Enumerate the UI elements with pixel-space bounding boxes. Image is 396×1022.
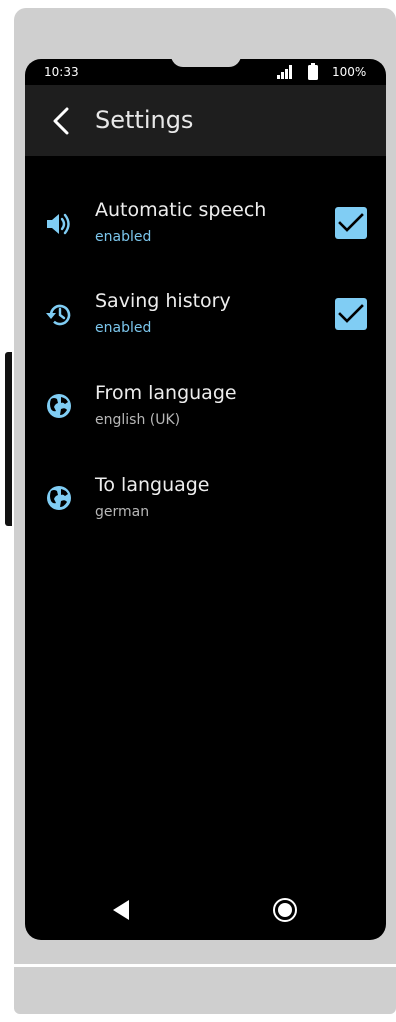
battery-icon — [308, 63, 318, 83]
setting-subtitle: english (UK) — [95, 412, 181, 428]
setting-saving-history[interactable]: Saving history enabled — [25, 290, 386, 360]
setting-from-language[interactable]: From language english (UK) — [25, 382, 386, 452]
nav-home-button[interactable] — [272, 897, 298, 927]
history-icon — [45, 301, 73, 329]
device-side-button — [5, 352, 12, 526]
setting-automatic-speech[interactable]: Automatic speech enabled — [25, 199, 386, 269]
device-divider — [14, 964, 396, 967]
checkmark-icon — [338, 304, 364, 323]
setting-title: To language — [95, 474, 210, 496]
app-bar: Settings — [25, 85, 386, 156]
globe-icon — [45, 392, 73, 420]
back-button[interactable] — [45, 105, 77, 137]
triangle-back-icon — [113, 900, 129, 920]
home-circle-icon — [273, 898, 297, 922]
nav-back-button[interactable] — [111, 899, 131, 925]
setting-to-language[interactable]: To language german — [25, 474, 386, 544]
navigation-bar — [25, 885, 386, 940]
checkmark-icon — [338, 213, 364, 232]
status-bar: 10:33 100% — [25, 59, 386, 85]
battery-percentage: 100% — [332, 65, 367, 79]
automatic-speech-checkbox[interactable] — [335, 207, 367, 239]
speaker-icon — [45, 210, 73, 238]
page-title: Settings — [95, 106, 194, 134]
setting-subtitle: german — [95, 504, 150, 520]
phone-screen: 10:33 100% Settings Automatic speech ena… — [25, 59, 386, 940]
setting-title: From language — [95, 382, 237, 404]
signal-icon — [277, 65, 293, 82]
setting-subtitle: enabled — [95, 320, 152, 336]
globe-icon — [45, 484, 73, 512]
setting-title: Saving history — [95, 290, 231, 312]
chevron-left-icon — [53, 107, 69, 135]
saving-history-checkbox[interactable] — [335, 298, 367, 330]
setting-subtitle: enabled — [95, 229, 152, 245]
status-time: 10:33 — [44, 65, 79, 79]
setting-title: Automatic speech — [95, 199, 267, 221]
